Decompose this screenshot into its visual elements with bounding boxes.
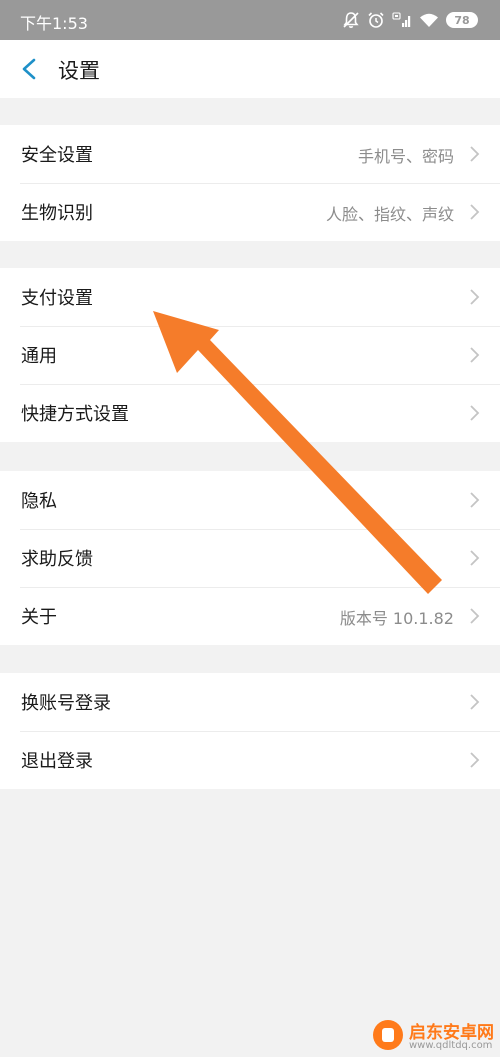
settings-item-label: 隐私 <box>21 491 57 512</box>
hd-signal-icon <box>392 12 411 27</box>
settings-item-biometrics[interactable]: 生物识别 人脸、指纹、声纹 <box>0 183 500 241</box>
version-number: 版本号 10.1.82 <box>339 609 454 628</box>
chevron-right-icon <box>470 204 480 220</box>
settings-item-label: 生物识别 <box>21 203 93 224</box>
settings-item-label: 支付设置 <box>21 288 93 309</box>
settings-item-value: 人脸、指纹、声纹 <box>325 205 454 224</box>
settings-item-label: 安全设置 <box>21 145 93 166</box>
chevron-right-icon <box>470 550 480 566</box>
chevron-right-icon <box>470 347 480 363</box>
settings-item-about[interactable]: 关于 版本号 10.1.82 <box>0 587 500 645</box>
settings-item-label: 快捷方式设置 <box>21 404 129 425</box>
status-bar: 下午1:53 78 <box>0 0 500 40</box>
settings-item-shortcuts[interactable]: 快捷方式设置 <box>0 384 500 442</box>
settings-item-general[interactable]: 通用 <box>0 326 500 384</box>
watermark-url: www.qdltdq.com <box>409 1040 493 1051</box>
chevron-right-icon <box>470 289 480 305</box>
settings-item-privacy[interactable]: 隐私 <box>0 471 500 529</box>
chevron-right-icon <box>470 608 480 624</box>
chevron-right-icon <box>470 694 480 710</box>
settings-group-about: 隐私 求助反馈 关于 版本号 10.1.82 <box>0 471 500 645</box>
chevron-left-icon <box>22 58 36 80</box>
notifications-off-icon <box>343 12 359 28</box>
battery-icon: 78 <box>446 12 478 28</box>
settings-item-logout[interactable]: 退出登录 <box>0 731 500 789</box>
settings-item-payment[interactable]: 支付设置 <box>0 268 500 326</box>
settings-item-label: 关于 <box>21 607 57 628</box>
settings-item-switch-account[interactable]: 换账号登录 <box>0 673 500 731</box>
alarm-icon <box>368 12 384 28</box>
settings-item-label: 换账号登录 <box>21 693 111 714</box>
settings-item-value: 手机号、密码 <box>357 147 454 166</box>
chevron-right-icon <box>470 752 480 768</box>
settings-item-label: 通用 <box>21 346 57 367</box>
status-icons: 78 <box>342 9 478 31</box>
wifi-icon <box>420 13 438 27</box>
watermark: 启东安卓网 www.qdltdq.com <box>373 1018 495 1054</box>
settings-group-general: 支付设置 通用 快捷方式设置 <box>0 268 500 442</box>
settings-item-label: 退出登录 <box>21 751 93 772</box>
chevron-right-icon <box>470 146 480 162</box>
settings-item-label: 求助反馈 <box>21 549 93 570</box>
settings-group-session: 换账号登录 退出登录 <box>0 673 500 789</box>
settings-group-account: 安全设置 手机号、密码 生物识别 人脸、指纹、声纹 <box>0 125 500 241</box>
chevron-right-icon <box>470 492 480 508</box>
watermark-logo-icon <box>373 1020 403 1050</box>
settings-item-feedback[interactable]: 求助反馈 <box>0 529 500 587</box>
app-header: 设置 <box>0 40 500 98</box>
settings-item-security[interactable]: 安全设置 手机号、密码 <box>0 125 500 183</box>
status-time: 下午1:53 <box>20 14 88 33</box>
back-button[interactable] <box>12 54 46 84</box>
page-title: 设置 <box>58 59 100 83</box>
chevron-right-icon <box>470 405 480 421</box>
